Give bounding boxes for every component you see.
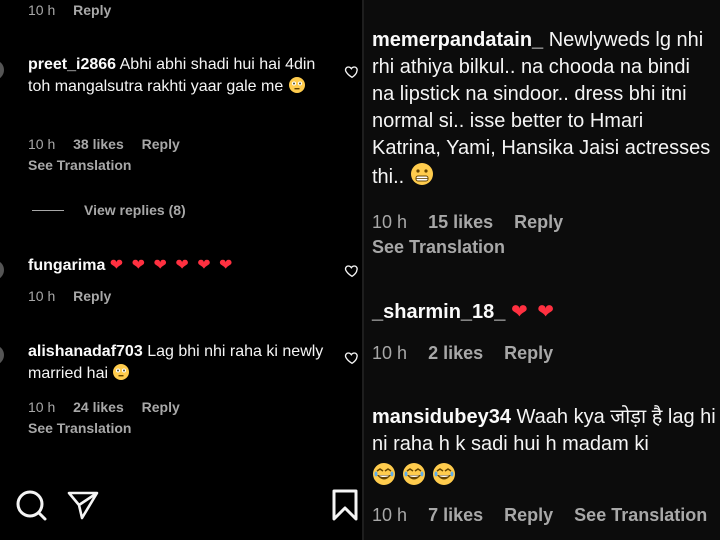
left-comments-panel: 10 h Reply preet_i2866 Abhi abhi shadi h…: [0, 0, 362, 540]
comment-username[interactable]: mansidubey34: [372, 406, 511, 428]
view-replies-label: View replies (8): [84, 202, 186, 218]
comment-text: mansidubey34 Waah kya जोड़ा है lag hi ni…: [372, 404, 720, 458]
reply-button[interactable]: Reply: [142, 136, 180, 152]
see-translation-link[interactable]: See Translation: [574, 505, 707, 526]
top-comment-meta: 10 h Reply: [28, 2, 125, 18]
comment-time: 10 h: [372, 343, 408, 363]
flushed-face-emoji-icon: [112, 363, 130, 388]
emoji-row: [372, 462, 456, 486]
avatar[interactable]: [0, 60, 4, 80]
reply-button[interactable]: Reply: [504, 343, 553, 364]
laughing-face-emoji-icon: [433, 463, 455, 485]
view-replies-button[interactable]: View replies (8): [32, 202, 186, 218]
like-heart-icon[interactable]: [344, 350, 360, 366]
see-translation-link[interactable]: See Translation: [28, 157, 131, 173]
reply-button[interactable]: Reply: [504, 505, 553, 526]
reply-button[interactable]: Reply: [514, 212, 563, 233]
replies-line-divider: [32, 209, 64, 211]
comment-time: 10 h: [28, 399, 56, 415]
send-icon[interactable]: [66, 488, 100, 522]
comment-time: 10 h: [372, 505, 408, 525]
likes-count[interactable]: 24 likes: [73, 399, 124, 415]
search-icon[interactable]: [14, 488, 48, 522]
comment-time: 10 h: [372, 212, 408, 232]
comment-meta: 10 h Reply: [28, 288, 125, 304]
avatar[interactable]: [0, 260, 4, 280]
comment-username[interactable]: alishanadaf703: [28, 343, 143, 360]
comment-username[interactable]: preet_i2866: [28, 56, 116, 73]
comment-time: 10 h: [28, 288, 56, 304]
comment-username[interactable]: memerpandatain_: [372, 29, 543, 51]
likes-count[interactable]: 15 likes: [428, 212, 493, 233]
comment-meta: 10 h 2 likes Reply: [372, 343, 569, 364]
reply-button[interactable]: Reply: [142, 399, 180, 415]
laughing-face-emoji-icon: [373, 463, 395, 485]
likes-count[interactable]: 7 likes: [428, 505, 483, 526]
reply-button[interactable]: Reply: [73, 288, 111, 304]
comment-time: 10 h: [28, 2, 56, 18]
like-heart-icon[interactable]: [344, 263, 360, 279]
comment-username[interactable]: _sharmin_18_: [372, 301, 505, 323]
comment-meta: 10 h 24 likes Reply: [28, 399, 194, 415]
comment-username[interactable]: fungarima: [28, 257, 105, 274]
grimacing-face-emoji-icon: [410, 162, 434, 194]
comment-body: ❤ ❤: [510, 301, 557, 323]
avatar[interactable]: [0, 345, 4, 365]
right-comments-panel: memerpandatain_ Newlyweds lg nhi rhi ath…: [364, 0, 720, 540]
likes-count[interactable]: 2 likes: [428, 343, 483, 364]
reply-button[interactable]: Reply: [73, 2, 111, 18]
comment-text: fungarima ❤ ❤ ❤ ❤ ❤ ❤: [28, 255, 328, 277]
comment-time: 10 h: [28, 136, 56, 152]
see-translation-link[interactable]: See Translation: [28, 420, 131, 436]
comment-meta: 10 h 15 likes Reply: [372, 212, 579, 233]
likes-count[interactable]: 38 likes: [73, 136, 124, 152]
comment-text: alishanadaf703 Lag bhi nhi raha ki newly…: [28, 341, 328, 388]
comment-meta: 10 h 38 likes Reply: [28, 136, 194, 152]
like-heart-icon[interactable]: [344, 64, 360, 80]
bottom-action-bar: [0, 484, 362, 528]
comment-body: ❤ ❤ ❤ ❤ ❤ ❤: [109, 257, 235, 274]
comment-text: _sharmin_18_ ❤ ❤: [372, 299, 712, 326]
comment-text: preet_i2866 Abhi abhi shadi hui hai 4din…: [28, 54, 328, 101]
flushed-face-emoji-icon: [288, 76, 306, 101]
comment-text: memerpandatain_ Newlyweds lg nhi rhi ath…: [372, 27, 712, 194]
laughing-face-emoji-icon: [403, 463, 425, 485]
comment-meta: 10 h 7 likes Reply See Translation: [372, 505, 720, 526]
bookmark-icon[interactable]: [328, 488, 362, 522]
see-translation-link[interactable]: See Translation: [372, 237, 505, 258]
